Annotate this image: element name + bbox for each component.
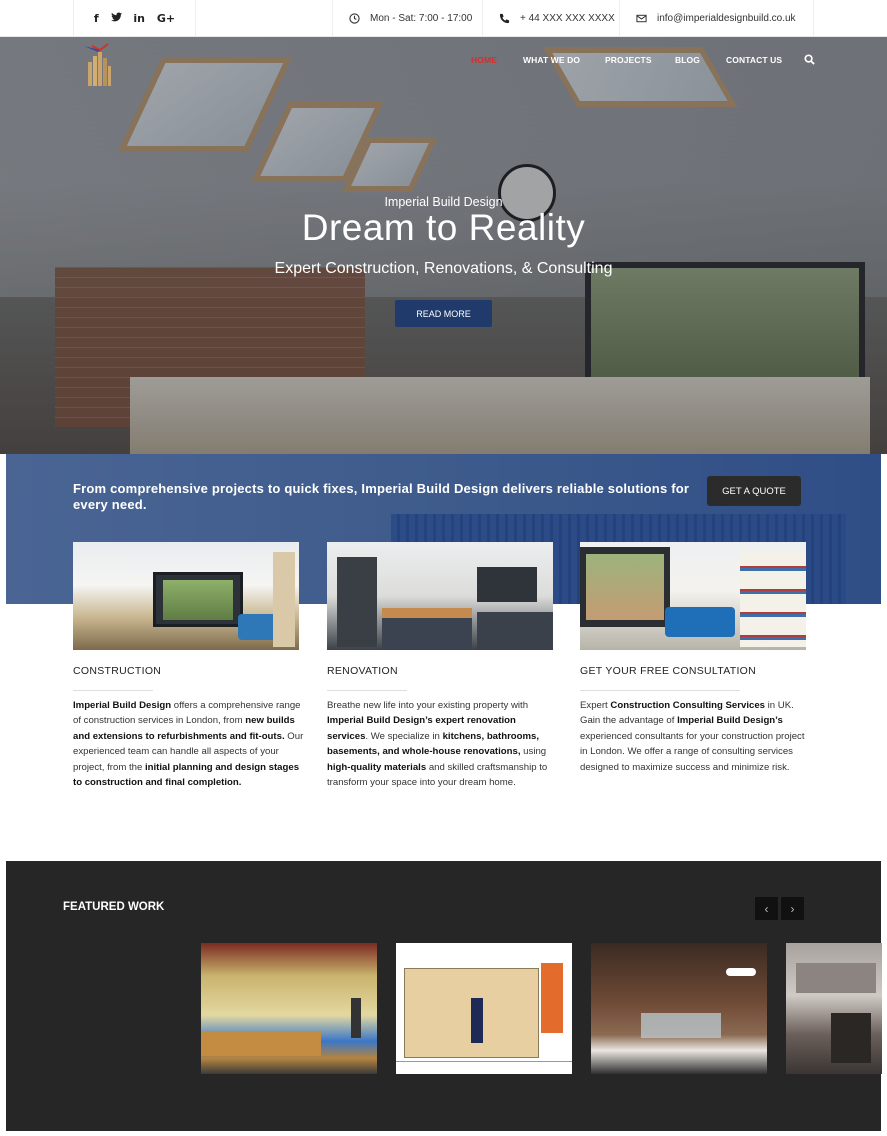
emphasis-text: Construction Consulting Services [610, 700, 765, 711]
featured-project-image[interactable] [786, 943, 882, 1074]
get-a-quote-button[interactable]: GET A QUOTE [707, 476, 801, 506]
consultation-image[interactable] [580, 542, 806, 650]
nav-projects[interactable]: PROJECTS [605, 55, 652, 65]
nav-what-we-do[interactable]: WHAT WE DO [523, 55, 580, 65]
construction-image[interactable] [73, 542, 299, 650]
envelope-icon [636, 14, 647, 23]
featured-project-image[interactable] [201, 943, 377, 1074]
read-more-button[interactable]: READ MORE [395, 300, 492, 327]
divider [580, 690, 740, 691]
linkedin-icon[interactable]: in [133, 12, 145, 25]
email-info: info@imperialdesignbuild.co.uk [619, 0, 814, 37]
phone-icon [499, 13, 510, 24]
construction-description: Imperial Build Design offers a comprehen… [73, 698, 309, 790]
search-icon[interactable] [804, 54, 815, 67]
carousel-prev-button[interactable]: ‹ [755, 897, 778, 920]
renovation-title: RENOVATION [327, 665, 398, 677]
phone-text[interactable]: + 44 XXX XXX XXXX [520, 13, 615, 24]
hours-text: Mon - Sat: 7:00 - 17:00 [370, 13, 473, 24]
body-text: experienced consultants for your constru… [580, 730, 805, 773]
construction-title: CONSTRUCTION [73, 665, 162, 677]
phone-info: + 44 XXX XXX XXXX [482, 0, 619, 37]
facebook-icon[interactable]: f [94, 12, 99, 25]
body-text: using [520, 746, 547, 758]
renovation-description: Breathe new life into your existing prop… [327, 698, 559, 790]
emphasis-text: Imperial Build Design’s [677, 715, 783, 727]
top-bar: f in G+ Mon - Sat: 7:00 - 17:00 + 44 XXX… [0, 0, 887, 37]
cta-text: From comprehensive projects to quick fix… [73, 481, 690, 512]
body-text: Breathe new life into your existing prop… [327, 700, 529, 711]
nav-home[interactable]: HOME [471, 55, 497, 65]
twitter-icon[interactable] [110, 12, 122, 25]
social-links: f in G+ [73, 0, 196, 37]
consultation-title: GET YOUR FREE CONSULTATION [580, 665, 757, 677]
divider [327, 690, 407, 691]
featured-project-image[interactable] [591, 943, 767, 1074]
google-plus-icon[interactable]: G+ [157, 12, 175, 25]
consultation-description: Expert Construction Consulting Services … [580, 698, 805, 775]
hero-banner: HOME WHAT WE DO PROJECTS BLOG CONTACT US… [0, 37, 887, 454]
emphasis-text: high-quality materials [327, 761, 427, 773]
nav-blog[interactable]: BLOG [675, 55, 700, 65]
hero-title: Dream to Reality [301, 207, 586, 248]
body-text: . We specialize in [365, 730, 443, 742]
clock-icon [349, 13, 360, 24]
featured-work-title: FEATURED WORK [63, 901, 165, 913]
divider [73, 690, 153, 691]
featured-project-image[interactable] [396, 943, 572, 1074]
hero-subtitle: Expert Construction, Renovations, & Cons… [274, 260, 613, 277]
emphasis-text: Imperial Build Design [73, 700, 172, 711]
hours-info: Mon - Sat: 7:00 - 17:00 [332, 0, 482, 37]
nav-contact-us[interactable]: CONTACT US [726, 55, 782, 65]
main-nav: HOME WHAT WE DO PROJECTS BLOG CONTACT US [0, 54, 887, 69]
carousel-next-button[interactable]: › [781, 897, 804, 920]
renovation-image[interactable] [327, 542, 553, 650]
email-text[interactable]: info@imperialdesignbuild.co.uk [657, 13, 796, 24]
body-text: Expert [580, 700, 611, 711]
